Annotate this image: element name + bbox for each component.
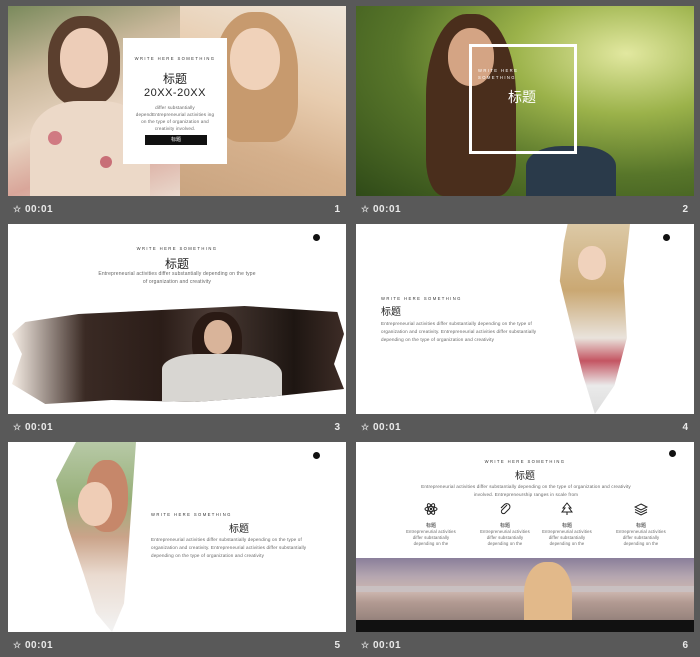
slide-time: 00:01 [373,422,402,433]
slide-time: 00:01 [25,422,54,433]
slide-5-bar: ☆ 00:01 5 [8,635,346,657]
slide-3-bar: ☆ 00:01 3 [8,417,346,439]
slide-body: Entrepreneurial activities differ substa… [98,271,256,285]
card-button[interactable]: 标题 [145,135,207,145]
play-icon[interactable]: ☆ [361,204,369,215]
slide-time: 00:01 [373,640,402,651]
slide-dot [663,234,670,241]
paperclip-icon [500,503,511,515]
slide-title: 标题 [381,307,401,318]
feature-3: 标题 Entrepreneurial activities differ sub… [542,502,592,547]
feature-text: Entrepreneurial activities differ substa… [616,529,666,546]
photo-brushstroke-woman [12,306,344,404]
slide-body: Entrepreneurial activities differ substa… [381,321,537,342]
slide-4[interactable]: WRITE HERE SOMETHING 标题 Entrepreneurial … [356,224,694,414]
feature-1: 标题 Entrepreneurial activities differ sub… [406,502,456,547]
overlay-subtitle: WRITE HERE SOMETHING [478,68,519,80]
photo-beach-woman [356,558,694,632]
play-icon[interactable]: ☆ [361,640,369,651]
card-title: 标题 [162,72,187,86]
slide-3[interactable]: WRITE HERE SOMETHING 标题 Entrepreneurial … [8,224,346,414]
slide-4-bar: ☆ 00:01 4 [356,417,694,439]
feature-4: 标题 Entrepreneurial activities differ sub… [616,502,666,547]
slide-2-bar: ☆ 00:01 2 [356,199,694,221]
slide-number: 6 [682,640,688,651]
slide-title: 标题 [515,471,535,482]
title-card: WRITE HERE SOMETHING 标题 20XX-20XX differ… [123,38,227,164]
feature-text: Entrepreneurial activities differ substa… [542,529,592,546]
slide-6[interactable]: WRITE HERE SOMETHING 标题 Entrepreneurial … [356,442,694,632]
play-icon[interactable]: ☆ [13,204,21,215]
feature-label: 标题 [561,523,572,529]
feature-label: 标题 [499,523,510,529]
feature-2: 标题 Entrepreneurial activities differ sub… [480,502,530,547]
slide-5[interactable]: WRITE HERE SOMETHING 标题 Entrepreneurial … [8,442,346,632]
feature-text: Entrepreneurial activities differ substa… [406,529,456,546]
slide-time: 00:01 [373,204,402,215]
atom-icon [424,503,438,515]
photo-brushstroke-blonde [559,224,630,414]
tree-icon [561,502,573,515]
slide-2[interactable]: WRITE HERE SOMETHING 标题 [356,6,694,196]
feature-text: Entrepreneurial activities differ substa… [480,529,530,546]
play-icon[interactable]: ☆ [361,422,369,433]
slide-time: 00:01 [25,204,54,215]
slide-number: 3 [334,422,340,433]
slide-dot [313,452,320,459]
slide-intro: Entrepreneurial activities differ substa… [421,484,631,497]
slide-6-bar: ☆ 00:01 6 [356,635,694,657]
layers-icon [633,503,649,516]
overlay-frame: WRITE HERE SOMETHING 标题 [469,44,577,154]
slide-1-bar: ☆ 00:01 1 [8,199,346,221]
card-body: differ substantially dependEntrepreneuri… [135,105,215,131]
feature-label: 标题 [635,523,646,529]
slide-subtitle: WRITE HERE SOMETHING [381,296,462,301]
slide-time: 00:01 [25,640,54,651]
play-icon[interactable]: ☆ [13,640,21,651]
slide-number: 1 [334,204,340,215]
slide-1[interactable]: WRITE HERE SOMETHING 标题 20XX-20XX differ… [8,6,346,196]
slide-subtitle: WRITE HERE SOMETHING [484,459,566,464]
card-subtitle: WRITE HERE SOMETHING [134,56,216,61]
slide-number: 4 [682,422,688,433]
feature-label: 标题 [425,523,436,529]
photo-brushstroke-redhead [56,442,136,632]
slide-body: Entrepreneurial activities differ substa… [151,537,307,558]
slide-subtitle: WRITE HERE SOMETHING [151,512,232,517]
card-years: 20XX-20XX [144,87,206,99]
slide-title: 标题 [229,524,249,535]
slide-number: 5 [334,640,340,651]
slide-dot [669,450,676,457]
play-icon[interactable]: ☆ [13,422,21,433]
slide-number: 2 [682,204,688,215]
slide-dot [313,234,320,241]
slide-subtitle: WRITE HERE SOMETHING [136,246,218,251]
overlay-title: 标题 [508,89,536,105]
